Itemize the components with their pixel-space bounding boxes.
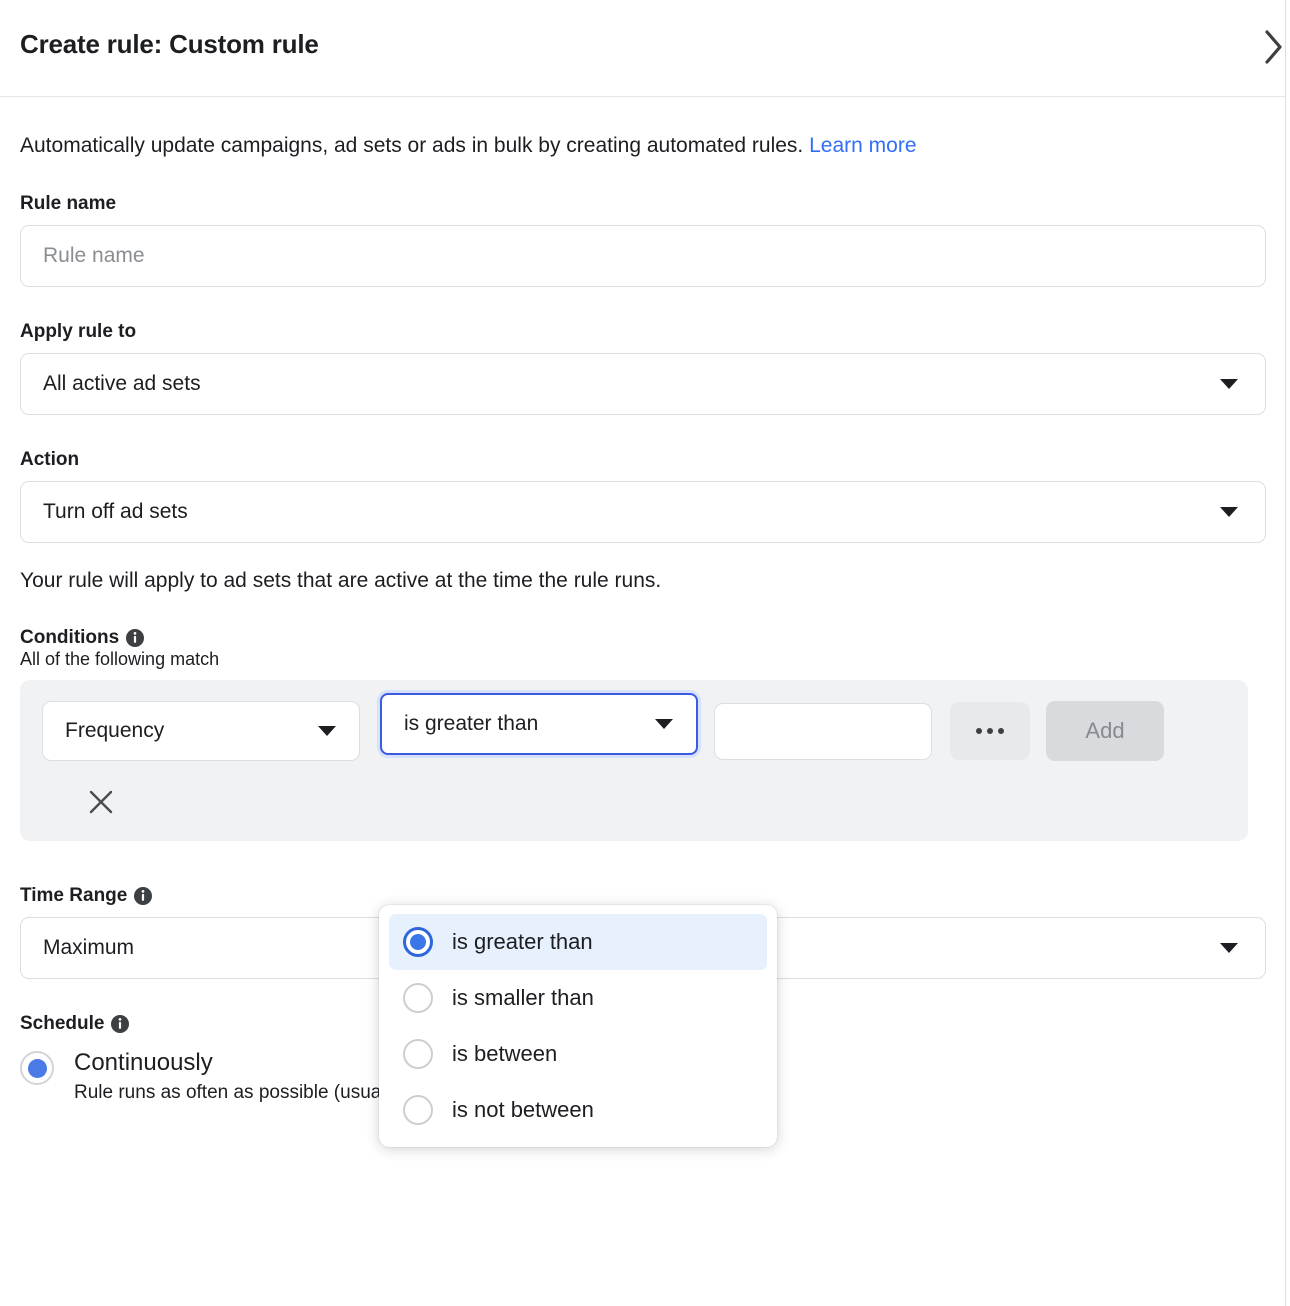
panel-header: Create rule: Custom rule xyxy=(0,0,1285,97)
condition-metric-value: Frequency xyxy=(65,719,165,743)
info-icon[interactable] xyxy=(111,1015,130,1034)
action-select[interactable]: Turn off ad sets xyxy=(20,481,1266,544)
rule-name-input[interactable]: Rule name xyxy=(20,225,1266,288)
close-x-icon[interactable] xyxy=(82,783,120,821)
add-condition-button[interactable]: Add xyxy=(1046,701,1164,762)
condition-operator-select[interactable]: is greater than xyxy=(380,693,698,756)
condition-metric-select[interactable]: Frequency xyxy=(42,701,360,762)
radio-button[interactable] xyxy=(403,1095,433,1125)
action-note: Your rule will apply to ad sets that are… xyxy=(20,569,662,593)
page-title: Create rule: Custom rule xyxy=(20,29,319,59)
operator-option-label: is not between xyxy=(452,1097,594,1122)
rule-name-placeholder: Rule name xyxy=(43,244,145,268)
radio-button[interactable] xyxy=(403,983,433,1013)
create-rule-panel: Create rule: Custom rule Automatically u… xyxy=(0,0,1286,1306)
chevron-down-icon xyxy=(317,719,337,743)
chevron-down-icon xyxy=(1219,936,1239,960)
conditions-label-text: Conditions xyxy=(20,627,120,649)
intro-text: Automatically update campaigns, ad sets … xyxy=(20,133,1265,159)
schedule-label-text: Schedule xyxy=(20,1013,105,1035)
apply-rule-to-label: Apply rule to xyxy=(20,321,137,343)
rule-name-label: Rule name xyxy=(20,193,117,215)
schedule-option-title: Continuously xyxy=(74,1049,213,1077)
operator-option-label: is between xyxy=(452,1041,558,1066)
operator-option-is-greater-than[interactable]: is greater than xyxy=(389,914,767,970)
chevron-down-icon xyxy=(1219,372,1239,396)
info-icon[interactable] xyxy=(126,629,145,648)
action-label: Action xyxy=(20,449,80,471)
radio-button[interactable] xyxy=(403,927,433,957)
conditions-label: Conditions xyxy=(20,627,1265,649)
operator-option-label: is greater than xyxy=(452,929,593,954)
chevron-right-icon[interactable] xyxy=(1253,27,1285,67)
operator-option-is-smaller-than[interactable]: is smaller than xyxy=(389,970,767,1026)
operator-option-is-not-between[interactable]: is not between xyxy=(389,1082,767,1138)
time-range-label: Time Range xyxy=(20,885,1265,907)
operator-option-label: is smaller than xyxy=(452,985,594,1010)
apply-rule-to-select[interactable]: All active ad sets xyxy=(20,353,1266,416)
learn-more-link[interactable]: Learn more xyxy=(809,134,916,157)
ellipsis-icon xyxy=(976,728,1004,735)
time-range-label-text: Time Range xyxy=(20,885,128,907)
condition-operator-value: is greater than xyxy=(404,712,539,736)
operator-option-is-between[interactable]: is between xyxy=(389,1026,767,1082)
condition-value-input[interactable] xyxy=(714,703,932,761)
chevron-down-icon xyxy=(1219,500,1239,524)
condition-row: Frequency is greater than Add xyxy=(20,680,1248,842)
apply-rule-to-value: All active ad sets xyxy=(43,372,201,396)
operator-dropdown-menu: is greater than is smaller than is betwe… xyxy=(379,905,777,1147)
conditions-subtitle: All of the following match xyxy=(20,649,220,670)
intro-description: Automatically update campaigns, ad sets … xyxy=(20,134,804,157)
radio-button[interactable] xyxy=(403,1039,433,1069)
chevron-down-icon xyxy=(654,712,674,736)
condition-more-options-button[interactable] xyxy=(950,702,1030,761)
info-icon[interactable] xyxy=(134,887,153,906)
time-range-value: Maximum xyxy=(43,936,135,960)
radio-button[interactable] xyxy=(20,1051,54,1086)
action-value: Turn off ad sets xyxy=(43,500,188,524)
